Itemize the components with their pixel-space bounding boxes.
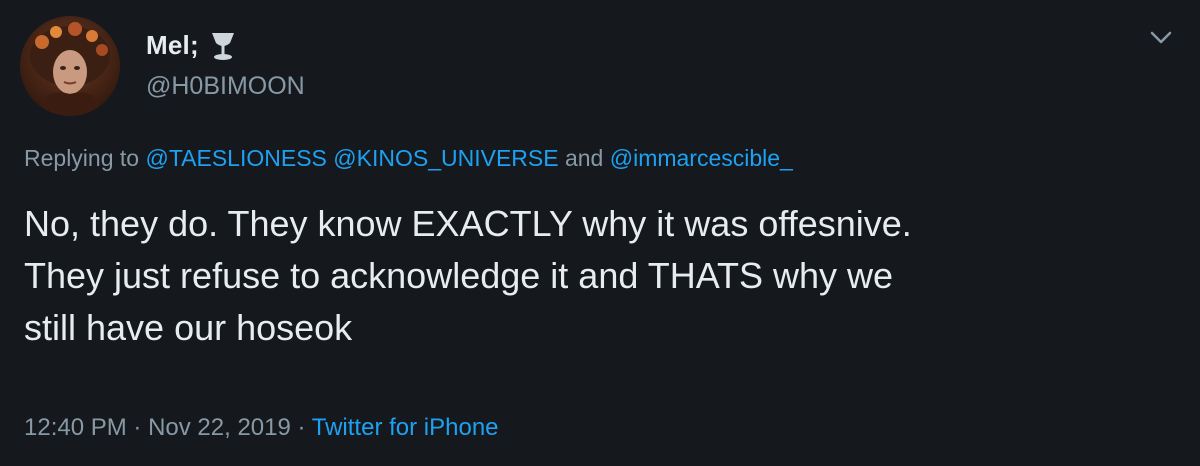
meta-separator: · xyxy=(297,414,306,441)
reply-and-label: and xyxy=(564,145,604,171)
tweet-text-line: They just refuse to acknowledge it and T… xyxy=(24,255,894,296)
goblet-emoji-icon xyxy=(209,31,237,61)
mention-link[interactable]: @immarcescible_ xyxy=(610,145,793,171)
replying-to-line: Replying to @TAESLIONESS @KINOS_UNIVERSE… xyxy=(24,145,793,172)
replying-to-label: Replying to xyxy=(24,145,140,171)
author-row: Mel; xyxy=(146,30,237,61)
avatar-image xyxy=(20,16,120,116)
tweet-meta: 12:40 PM · Nov 22, 2019 · Twitter for iP… xyxy=(24,414,499,442)
tweet-source[interactable]: Twitter for iPhone xyxy=(312,414,499,441)
mention-link[interactable]: @KINOS_UNIVERSE xyxy=(333,145,558,171)
user-handle[interactable]: @H0BIMOON xyxy=(146,72,305,101)
tweet-text-line: still have our hoseok xyxy=(24,307,353,348)
tweet-card: Mel; @H0BIMOON Replying to @TAESLIONESS … xyxy=(0,0,1200,466)
tweet-text: No, they do. They know EXACTLY why it wa… xyxy=(24,198,1174,354)
tweet-time[interactable]: 12:40 PM xyxy=(24,414,127,441)
tweet-date[interactable]: Nov 22, 2019 xyxy=(148,414,291,441)
mention-link[interactable]: @TAESLIONESS xyxy=(145,145,326,171)
avatar[interactable] xyxy=(20,16,120,116)
chevron-down-icon[interactable] xyxy=(1148,26,1174,48)
tweet-text-line: No, they do. They know EXACTLY why it wa… xyxy=(24,203,912,244)
meta-separator: · xyxy=(133,414,142,441)
display-name[interactable]: Mel; xyxy=(146,30,199,61)
